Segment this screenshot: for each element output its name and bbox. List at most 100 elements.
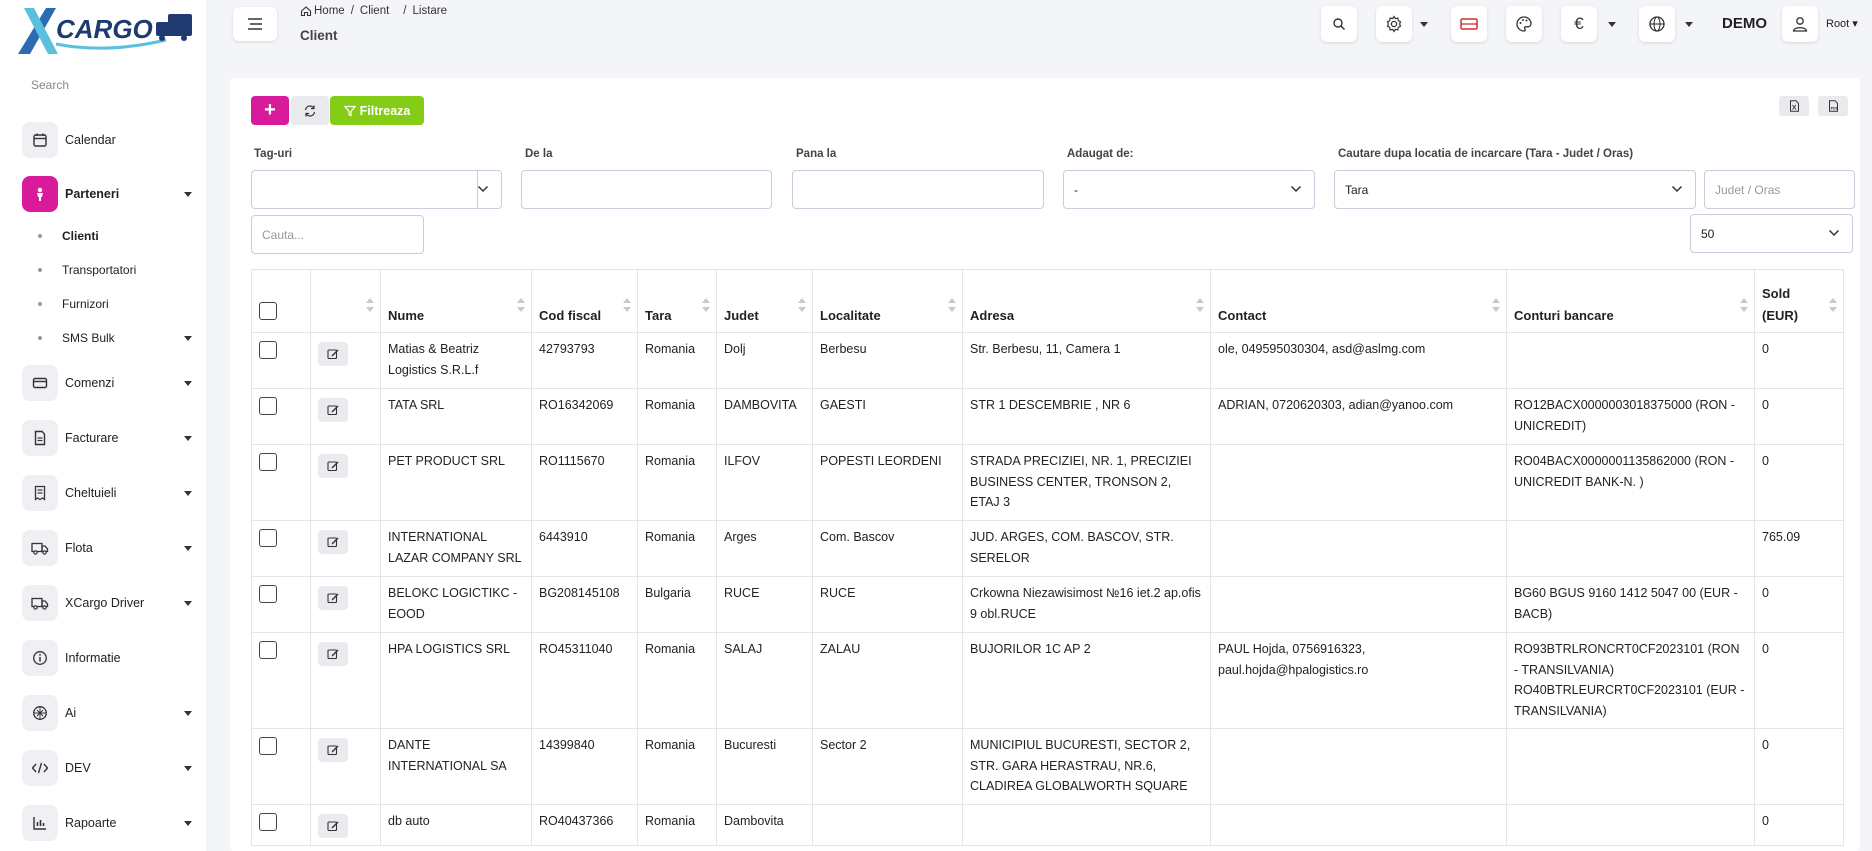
theme-button[interactable]: [1506, 6, 1542, 42]
settings-button[interactable]: [1376, 6, 1412, 42]
column-header-adresa[interactable]: Adresa: [962, 269, 1211, 333]
currency-button[interactable]: €: [1561, 6, 1597, 42]
edit-button[interactable]: [318, 642, 348, 666]
sort-icon[interactable]: [948, 298, 956, 312]
table-row[interactable]: INTERNATIONAL LAZAR COMPANY SRL 6443910 Ro…: [251, 520, 1844, 577]
column-header-tara[interactable]: Tara: [637, 269, 717, 333]
row-checkbox[interactable]: [259, 813, 277, 831]
actions-header: [310, 269, 381, 333]
row-checkbox[interactable]: [259, 397, 277, 415]
ticket-button[interactable]: [1451, 6, 1487, 42]
chevron-down-icon[interactable]: [1420, 22, 1428, 27]
added-by-select[interactable]: -: [1063, 170, 1315, 209]
row-checkbox[interactable]: [259, 529, 277, 547]
sidebar-item-facturare[interactable]: Facturare: [22, 420, 202, 456]
top-header: Home / Client / Listare Client € DEMO Ro…: [206, 0, 1872, 60]
table-row[interactable]: TATA SRL RO16342069 Romania DAMBOVITA GAESTI…: [251, 388, 1844, 445]
user-name[interactable]: Root ▾: [1826, 17, 1858, 30]
cell-nume: PET PRODUCT SRL: [380, 444, 532, 521]
user-button[interactable]: [1782, 6, 1818, 42]
sidebar-item-flota[interactable]: Flota: [22, 530, 202, 566]
country-select[interactable]: Tara: [1334, 170, 1696, 209]
edit-icon: [327, 821, 339, 832]
column-header-nume[interactable]: Nume: [380, 269, 532, 333]
column-header-cod-fiscal[interactable]: Cod fiscal: [531, 269, 638, 333]
row-checkbox[interactable]: [259, 585, 277, 603]
column-header-contact[interactable]: Contact: [1210, 269, 1507, 333]
cell-adresa: JUD. ARGES, COM. BASCOV, STR. SERELOR: [962, 520, 1211, 577]
sort-icon[interactable]: [1740, 298, 1748, 312]
column-header-judet[interactable]: Judet: [716, 269, 813, 333]
to-date-input[interactable]: [792, 170, 1044, 209]
row-checkbox[interactable]: [259, 737, 277, 755]
table-row[interactable]: BELOKC LOGICTIKC - EOOD BG208145108 Bulgar…: [251, 576, 1844, 633]
sidebar-item-cheltuieli[interactable]: Cheltuieli: [22, 475, 202, 511]
sidebar-item-xcargo-driver[interactable]: XCargo Driver: [22, 585, 202, 621]
sort-icon[interactable]: [1492, 298, 1500, 312]
tags-select[interactable]: [251, 170, 502, 209]
document-icon: [22, 420, 58, 456]
sort-icon[interactable]: [623, 298, 631, 312]
table-row[interactable]: DANTE INTERNATIONAL SA 14399840 Romania Buc…: [251, 728, 1844, 805]
row-checkbox[interactable]: [259, 641, 277, 659]
chevron-down-icon[interactable]: [1608, 22, 1616, 27]
cell-sold: 0: [1754, 388, 1844, 445]
from-date-input[interactable]: [521, 170, 772, 209]
table-row[interactable]: PET PRODUCT SRL RO1115670 Romania ILFOV POPE…: [251, 444, 1844, 521]
table-row[interactable]: db auto RO40437366 Romania Dambovita 0: [251, 804, 1844, 846]
sidebar-item-rapoarte[interactable]: Rapoarte: [22, 805, 202, 841]
export-pdf-button[interactable]: PDF: [1818, 96, 1848, 116]
xcargo-logo[interactable]: CARGO: [16, 2, 196, 58]
select-all-checkbox[interactable]: [259, 301, 277, 320]
sort-icon[interactable]: [798, 298, 806, 312]
filter-button[interactable]: Filtreaza: [330, 96, 424, 125]
row-checkbox[interactable]: [259, 341, 277, 359]
search-input[interactable]: Cauta...: [251, 215, 424, 254]
sort-icon[interactable]: [702, 298, 710, 312]
sort-icon[interactable]: [366, 298, 374, 312]
search-button[interactable]: [1321, 6, 1357, 42]
chevron-down-icon: [184, 191, 192, 197]
export-excel-button[interactable]: [1779, 96, 1809, 116]
add-button[interactable]: +: [251, 96, 289, 125]
sidebar-item-informatie[interactable]: Informatie: [22, 640, 202, 676]
sidebar-subitem-furnizori[interactable]: Furnizori: [38, 297, 202, 311]
edit-button[interactable]: [318, 586, 348, 610]
language-button[interactable]: [1639, 6, 1675, 42]
hamburger-icon: [248, 18, 262, 30]
cell-nume: HPA LOGISTICS SRL: [380, 632, 532, 729]
sidebar-search-input[interactable]: Search: [31, 78, 69, 92]
sidebar-subitem-sms-bulk[interactable]: SMS Bulk: [38, 331, 202, 345]
column-header-localitate[interactable]: Localitate: [812, 269, 963, 333]
row-actions-cell: [310, 332, 381, 389]
edit-button[interactable]: [318, 814, 348, 838]
table-row[interactable]: HPA LOGISTICS SRL RO45311040 Romania SALAJ Z…: [251, 632, 1844, 729]
sidebar-item-calendar[interactable]: Calendar: [22, 122, 202, 158]
refresh-button[interactable]: [291, 96, 329, 125]
edit-button[interactable]: [318, 738, 348, 762]
sort-icon[interactable]: [517, 298, 525, 312]
county-city-input[interactable]: Judet / Oras: [1704, 170, 1855, 209]
sort-icon[interactable]: [1196, 298, 1204, 312]
edit-button[interactable]: [318, 530, 348, 554]
page-size-select[interactable]: 50: [1690, 214, 1853, 253]
sidebar-item-ai[interactable]: Ai: [22, 695, 202, 731]
chevron-down-icon[interactable]: [1685, 22, 1693, 27]
sidebar-item-comenzi[interactable]: Comenzi: [22, 365, 202, 401]
sort-icon[interactable]: [1829, 298, 1837, 312]
sidebar-subitem-transportatori[interactable]: Transportatori: [38, 263, 202, 277]
edit-button[interactable]: [318, 454, 348, 478]
edit-button[interactable]: [318, 398, 348, 422]
breadcrumb-home[interactable]: Home: [314, 5, 345, 17]
sidebar-item-parteneri[interactable]: Parteneri: [22, 176, 202, 212]
sidebar-subitem-clienti[interactable]: Clienti: [38, 229, 202, 243]
filter-button-label: Filtreaza: [359, 103, 411, 118]
table-row[interactable]: Matias & Beatriz Logistics S.R.L.f 427937…: [251, 332, 1844, 389]
row-checkbox[interactable]: [259, 453, 277, 471]
column-header-sold[interactable]: Sold (EUR): [1754, 269, 1844, 333]
column-header-conturi-bancare[interactable]: Conturi bancare: [1506, 269, 1755, 333]
breadcrumb-client[interactable]: Client: [360, 5, 389, 17]
sidebar-item-dev[interactable]: DEV: [22, 750, 202, 786]
menu-toggle-button[interactable]: [233, 7, 277, 41]
edit-button[interactable]: [318, 342, 348, 366]
